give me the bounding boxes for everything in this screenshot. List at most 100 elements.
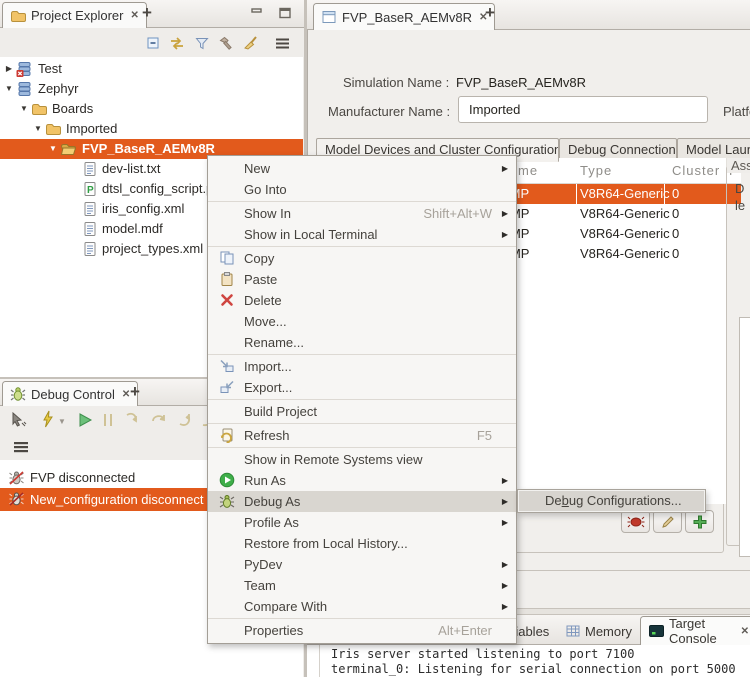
cell-type: V8R64-Generic bbox=[580, 224, 670, 244]
menu-item-profile-as[interactable]: Profile As▶ bbox=[208, 512, 516, 533]
memory-grid-icon bbox=[566, 624, 580, 638]
edit-device-button[interactable] bbox=[653, 510, 682, 533]
menu-item-pydev[interactable]: PyDev▶ bbox=[208, 554, 516, 575]
connect-target-icon[interactable] bbox=[10, 411, 28, 434]
tab-label: Memory bbox=[585, 624, 632, 639]
menu-item-new[interactable]: New▶ bbox=[208, 158, 516, 179]
menu-item-team[interactable]: Team▶ bbox=[208, 575, 516, 596]
cell-cluster: 0 bbox=[672, 184, 679, 204]
step-over-icon bbox=[150, 411, 168, 434]
refresh-icon bbox=[219, 427, 235, 443]
debug-as-icon bbox=[219, 493, 235, 509]
build-hammer-icon[interactable] bbox=[218, 35, 234, 56]
new-editor-tab-button[interactable]: + bbox=[485, 3, 495, 23]
cell-type: V8R64-Generic bbox=[580, 204, 670, 224]
cell-cluster: 0 bbox=[672, 224, 679, 244]
tree-item-label: Zephyr bbox=[38, 79, 78, 99]
add-device-button[interactable] bbox=[685, 510, 714, 533]
menu-item-show-in-local-terminal[interactable]: Show in Local Terminal▶ bbox=[208, 224, 516, 245]
target-console-output[interactable]: Iris server started listening to port 71… bbox=[307, 645, 750, 677]
step-return-icon bbox=[176, 411, 194, 434]
tab-debug-control[interactable]: Debug Control ✕ bbox=[2, 381, 138, 406]
run-icon[interactable] bbox=[76, 411, 94, 434]
menu-item-refresh[interactable]: RefreshF5 bbox=[208, 425, 516, 446]
tab-label: Debug Control bbox=[31, 387, 115, 402]
tab-target-console[interactable]: Target Console ✕ bbox=[640, 616, 750, 645]
clean-broom-icon[interactable] bbox=[243, 35, 259, 56]
menu-item-move[interactable]: Move... bbox=[208, 311, 516, 332]
menu-item-delete[interactable]: Delete bbox=[208, 290, 516, 311]
delete-icon bbox=[219, 292, 235, 308]
menu-item-show-in-remote-systems-view[interactable]: Show in Remote Systems view bbox=[208, 449, 516, 470]
view-menu-icon[interactable] bbox=[274, 35, 292, 56]
new-view-tab-button[interactable]: + bbox=[130, 382, 140, 402]
platform-label-fragment: Platfor bbox=[723, 104, 750, 119]
project-explorer-view-icon bbox=[10, 8, 26, 24]
menu-item-properties[interactable]: PropertiesAlt+Enter bbox=[208, 620, 516, 641]
tree-item-label: Imported bbox=[66, 119, 117, 139]
minimize-icon[interactable] bbox=[250, 6, 264, 24]
column-header-cluster[interactable]: Cluster bbox=[664, 158, 726, 184]
close-icon[interactable]: ✕ bbox=[128, 10, 138, 21]
context-menu: New▶ Go Into Show InShift+Alt+W▶ Show in… bbox=[207, 155, 517, 644]
new-view-tab-button[interactable]: + bbox=[142, 3, 152, 23]
expand-arrow-icon[interactable]: ▶ bbox=[4, 59, 14, 79]
view-menu-icon[interactable] bbox=[12, 439, 30, 460]
cell-cluster: 0 bbox=[672, 244, 679, 264]
tab-label: Target Console bbox=[669, 616, 734, 646]
step-into-icon bbox=[124, 411, 142, 434]
editor-tabbar: FVP_BaseR_AEMv8R ✕ + bbox=[307, 0, 750, 30]
collapse-all-icon[interactable] bbox=[145, 35, 161, 56]
tree-item-zephyr[interactable]: ▼ Zephyr bbox=[0, 79, 303, 99]
tree-item-label: model.mdf bbox=[102, 219, 163, 239]
tree-item-imported[interactable]: ▼ Imported bbox=[0, 119, 303, 139]
menu-item-export[interactable]: Export... bbox=[208, 377, 516, 398]
debug-target-label: FVP disconnected bbox=[30, 468, 135, 488]
menu-item-show-in[interactable]: Show InShift+Alt+W▶ bbox=[208, 203, 516, 224]
menu-item-import[interactable]: Import... bbox=[208, 356, 516, 377]
menu-item-run-as[interactable]: Run As▶ bbox=[208, 470, 516, 491]
workbench: Project Explorer ✕ + ▶ Test bbox=[0, 0, 750, 677]
import-icon bbox=[219, 358, 235, 374]
svg-text:P: P bbox=[87, 185, 94, 196]
console-line: Iris server started listening to port 71… bbox=[331, 647, 634, 661]
collapse-arrow-icon[interactable]: ▼ bbox=[4, 79, 14, 99]
copy-icon bbox=[219, 250, 235, 266]
tab-memory[interactable]: Memory bbox=[558, 617, 640, 645]
remove-device-button[interactable] bbox=[621, 510, 650, 533]
menu-item-go-into[interactable]: Go Into bbox=[208, 179, 516, 200]
menu-item-debug-as[interactable]: Debug As▶ bbox=[208, 491, 516, 512]
link-with-editor-icon[interactable] bbox=[169, 35, 185, 56]
project-explorer-tabbar: Project Explorer ✕ + bbox=[0, 0, 305, 28]
collapse-arrow-icon[interactable]: ▼ bbox=[48, 139, 58, 159]
tab-editor-fvp[interactable]: FVP_BaseR_AEMv8R ✕ bbox=[313, 3, 495, 30]
simulation-name-value: FVP_BaseR_AEMv8R bbox=[456, 75, 586, 90]
tab-label: FVP_BaseR_AEMv8R bbox=[342, 10, 472, 25]
close-icon[interactable]: ✕ bbox=[120, 389, 130, 400]
maximize-icon[interactable] bbox=[278, 6, 292, 24]
collapse-arrow-icon[interactable]: ▼ bbox=[33, 119, 43, 139]
manufacturer-name-input[interactable] bbox=[458, 96, 708, 123]
tree-item-boards[interactable]: ▼ Boards bbox=[0, 99, 303, 119]
column-header-type[interactable]: Type bbox=[576, 158, 664, 184]
pause-icon bbox=[100, 411, 116, 434]
menu-item-paste[interactable]: Paste bbox=[208, 269, 516, 290]
menu-item-restore-from-local-history[interactable]: Restore from Local History... bbox=[208, 533, 516, 554]
menu-item-compare-with[interactable]: Compare With▶ bbox=[208, 596, 516, 617]
tab-label: Project Explorer bbox=[31, 8, 123, 23]
menu-item-build-project[interactable]: Build Project bbox=[208, 401, 516, 422]
connect-lightning-icon[interactable] bbox=[40, 410, 56, 433]
run-as-icon bbox=[219, 472, 235, 488]
collapse-arrow-icon[interactable]: ▼ bbox=[19, 99, 29, 119]
tree-item-test[interactable]: ▶ Test bbox=[0, 59, 303, 79]
menu-item-rename[interactable]: Rename... bbox=[208, 332, 516, 353]
console-gutter bbox=[319, 645, 320, 677]
menu-item-copy[interactable]: Copy bbox=[208, 248, 516, 269]
tab-project-explorer[interactable]: Project Explorer ✕ bbox=[2, 2, 147, 28]
menu-item-debug-configurations[interactable]: Debug Configurations... bbox=[519, 491, 704, 511]
tree-item-label: FVP_BaseR_AEMv8R bbox=[82, 139, 215, 159]
close-icon[interactable]: ✕ bbox=[739, 626, 749, 637]
disconnected-bug-icon bbox=[8, 491, 26, 514]
dropdown-arrow-icon[interactable]: ▼ bbox=[58, 417, 66, 426]
filter-icon[interactable] bbox=[194, 35, 210, 56]
